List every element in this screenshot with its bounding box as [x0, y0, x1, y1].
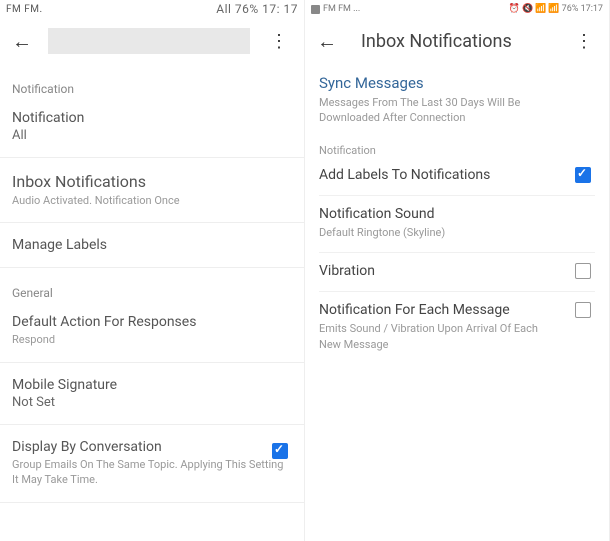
appbar-left: ← ⋮ — [0, 18, 304, 64]
section-notification-right: Notification — [319, 144, 595, 157]
mobile-signature-item[interactable]: Mobile Signature Not Set — [12, 369, 292, 418]
add-labels-title: Add Labels To Notifications — [319, 167, 595, 183]
each-sub: Emits Sound / Vibration Upon Arrival Of … — [319, 321, 559, 352]
each-message-item[interactable]: Notification For Each Message Emits Soun… — [319, 292, 595, 364]
battery-text: 76% 17:17 — [562, 4, 603, 14]
statusbar-right: FM FM ... ⏰ 🔇 📶 📶 76% 17:17 — [305, 0, 609, 18]
section-notification: Notification — [12, 82, 292, 96]
mobile-sig-title: Mobile Signature — [12, 377, 292, 393]
carrier-label: FM FM. — [6, 4, 216, 15]
each-message-checkbox[interactable] — [575, 302, 591, 318]
sync-sub: Messages From The Last 30 Days Will Be D… — [319, 95, 559, 126]
default-action-value: Respond — [12, 332, 292, 347]
divider — [0, 502, 304, 503]
sync-title: Sync Messages — [319, 74, 595, 92]
notification-value: All — [12, 128, 292, 143]
appbar-right: ← Inbox Notifications ⋮ — [305, 18, 609, 64]
title-placeholder — [48, 28, 250, 54]
conversation-sub: Group Emails On The Same Topic. Applying… — [12, 457, 292, 488]
menu-icon[interactable]: ⋮ — [567, 27, 601, 56]
inbox-notifications-item[interactable]: Inbox Notifications Audio Activated. Not… — [12, 164, 292, 216]
manage-labels-title: Manage Labels — [12, 237, 292, 253]
vibration-item[interactable]: Vibration — [319, 253, 595, 292]
default-action-title: Default Action For Responses — [12, 314, 292, 330]
statusbar-center: All 76% 17: 17 — [216, 2, 298, 16]
notification-item[interactable]: Notification All — [12, 102, 292, 151]
vibration-checkbox[interactable] — [575, 263, 591, 279]
mute-icon: 🔇 — [522, 4, 533, 14]
carrier-label-right: FM FM ... — [323, 4, 360, 14]
sound-title: Notification Sound — [319, 206, 595, 222]
sync-messages-item[interactable]: Sync Messages Messages From The Last 30 … — [319, 64, 595, 130]
display-conversation-item[interactable]: Display By Conversation Group Emails On … — [12, 431, 292, 496]
divider — [0, 424, 304, 425]
inbox-title: Inbox Notifications — [12, 172, 292, 191]
notification-sound-item[interactable]: Notification Sound Default Ringtone (Sky… — [319, 196, 595, 253]
signal-icon: 📶 — [548, 4, 559, 14]
inbox-notifications-screen: FM FM ... ⏰ 🔇 📶 📶 76% 17:17 ← Inbox Noti… — [305, 0, 610, 541]
divider — [0, 157, 304, 158]
alarm-icon: ⏰ — [509, 4, 520, 14]
settings-screen-left: FM FM. All 76% 17: 17 ← ⋮ Notification N… — [0, 0, 305, 541]
notification-title: Notification — [12, 110, 292, 126]
divider — [0, 222, 304, 223]
inbox-sub: Audio Activated. Notification Once — [12, 193, 292, 208]
each-title: Notification For Each Message — [319, 302, 595, 318]
content-left: Notification Notification All Inbox Noti… — [0, 82, 304, 503]
wifi-icon: 📶 — [535, 4, 546, 14]
back-icon[interactable]: ← — [313, 25, 341, 58]
content-right: Sync Messages Messages From The Last 30 … — [305, 64, 609, 364]
divider — [0, 267, 304, 268]
add-labels-item[interactable]: Add Labels To Notifications — [319, 157, 595, 196]
manage-labels-item[interactable]: Manage Labels — [12, 229, 292, 261]
add-labels-checkbox[interactable] — [575, 167, 591, 183]
divider — [0, 362, 304, 363]
vibration-title: Vibration — [319, 263, 595, 279]
conversation-checkbox[interactable] — [272, 443, 288, 459]
sound-sub: Default Ringtone (Skyline) — [319, 225, 559, 240]
page-title: Inbox Notifications — [353, 31, 555, 52]
app-icon — [311, 5, 320, 14]
mobile-sig-value: Not Set — [12, 395, 292, 410]
conversation-title: Display By Conversation — [12, 439, 292, 455]
statusbar-left: FM FM. All 76% 17: 17 — [0, 0, 304, 18]
section-general: General — [12, 286, 292, 300]
default-action-item[interactable]: Default Action For Responses Respond — [12, 306, 292, 355]
menu-icon[interactable]: ⋮ — [262, 27, 296, 56]
back-icon[interactable]: ← — [8, 25, 36, 58]
